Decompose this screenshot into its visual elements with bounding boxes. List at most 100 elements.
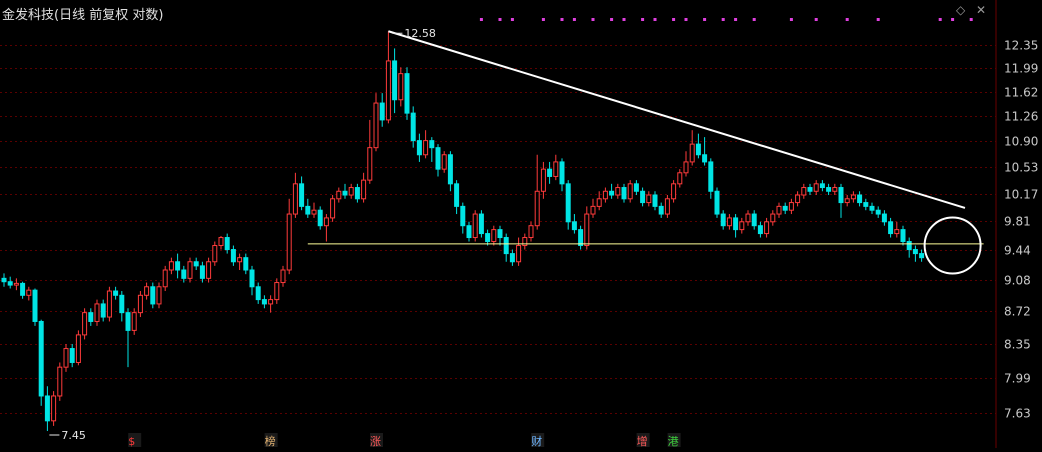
y-tick-label: 11.62 [1004, 86, 1038, 100]
event-marker [789, 18, 793, 21]
event-label: 榜 [265, 434, 276, 448]
candle-down [305, 205, 311, 215]
candle-up [423, 140, 429, 156]
candle-up [832, 187, 838, 192]
event-label: 财 [531, 434, 542, 448]
descending-trendline [388, 30, 966, 209]
candle-up [218, 237, 224, 247]
event-marker [684, 18, 688, 21]
candle-down [69, 348, 75, 363]
candle-down [38, 320, 44, 397]
candle-down [578, 229, 584, 247]
candle-up [646, 194, 652, 204]
event-marker [622, 18, 626, 21]
candle-down [466, 225, 472, 239]
candle-up [584, 213, 590, 247]
candle-up [553, 161, 559, 177]
event-marker [560, 18, 564, 21]
stock-chart[interactable]: 12.58 7.45 12.35 11.99 11.62 11.26 10.90 10.53… [0, 0, 1042, 448]
y-tick-label: 10.17 [1004, 188, 1038, 202]
candle-down [460, 205, 466, 227]
candle-up [677, 172, 683, 185]
candle-up [323, 217, 329, 227]
candle-down [714, 190, 720, 215]
candle-up [274, 282, 280, 301]
candle-down [919, 253, 925, 259]
candle-up [788, 202, 794, 211]
candle-up [51, 395, 57, 422]
candle-down [819, 183, 825, 189]
candle-down [609, 190, 615, 196]
candle-down [633, 183, 639, 192]
candle-down [695, 143, 701, 156]
candle-up [850, 194, 856, 200]
low-annotation-label: 7.45 [61, 429, 86, 442]
candle-up [131, 312, 137, 331]
candle-down [658, 205, 664, 215]
candlestick-chart[interactable]: 12.58 7.45 12.35 11.99 11.62 11.26 10.90 10.53… [0, 0, 1042, 448]
candle-down [44, 395, 50, 422]
candle-down [640, 190, 646, 204]
candle-down [547, 168, 553, 177]
candle-up [13, 282, 19, 286]
event-label: $ [128, 435, 135, 448]
candle-down [261, 299, 267, 305]
candle-up [813, 183, 819, 192]
candle-down [193, 261, 199, 267]
candle-down [404, 73, 410, 114]
candle-up [844, 198, 850, 204]
candle-down [869, 205, 875, 211]
candle-up [348, 187, 354, 196]
candle-up [336, 190, 342, 200]
event-marker [498, 18, 502, 21]
candle-up [683, 161, 689, 174]
candle-up [137, 294, 143, 314]
candle-down [912, 249, 918, 255]
event-label: 增 [637, 434, 648, 448]
candle-down [863, 202, 869, 207]
candle-down [757, 225, 763, 235]
candle-down [497, 229, 503, 239]
candle-up [63, 348, 69, 368]
candle-down [243, 257, 249, 271]
candle-up [106, 290, 112, 318]
candle-down [478, 213, 484, 235]
y-tick-label: 11.99 [1004, 62, 1038, 76]
high-annotation-label: 12.58 [404, 27, 436, 40]
candle-down [32, 289, 38, 322]
candle-up [280, 269, 286, 284]
candle-down [7, 281, 13, 286]
candle-up [534, 190, 540, 227]
candle-up [212, 245, 218, 263]
event-label: 港 [668, 435, 679, 448]
candle-up [801, 187, 807, 196]
candle-up [745, 213, 751, 223]
candle-down [392, 60, 398, 101]
candle-down [119, 294, 125, 314]
candle-up [361, 179, 367, 200]
event-marker [610, 18, 614, 21]
candle-down [100, 303, 106, 318]
candle-down [20, 282, 26, 296]
event-marker [572, 18, 576, 21]
candle-down [708, 161, 714, 192]
candle-down [900, 229, 906, 243]
event-marker [672, 18, 676, 21]
y-tick-label: 12.35 [1004, 39, 1038, 53]
event-marker [591, 18, 595, 21]
y-tick-label: 11.26 [1004, 110, 1038, 124]
candle-up [689, 143, 695, 163]
candle-up [144, 286, 150, 296]
y-tick-label: 7.63 [1004, 407, 1031, 421]
close-icon[interactable]: ✕ [976, 3, 986, 17]
candle-down [175, 261, 181, 271]
candle-down [410, 112, 416, 142]
candles [1, 31, 925, 431]
candle-up [206, 261, 212, 279]
event-marker [752, 18, 756, 21]
candle-up [398, 73, 404, 101]
y-tick-label: 9.08 [1004, 274, 1031, 288]
candle-down [782, 205, 788, 211]
candle-up [540, 168, 546, 192]
pin-icon[interactable]: ◇ [956, 3, 965, 17]
